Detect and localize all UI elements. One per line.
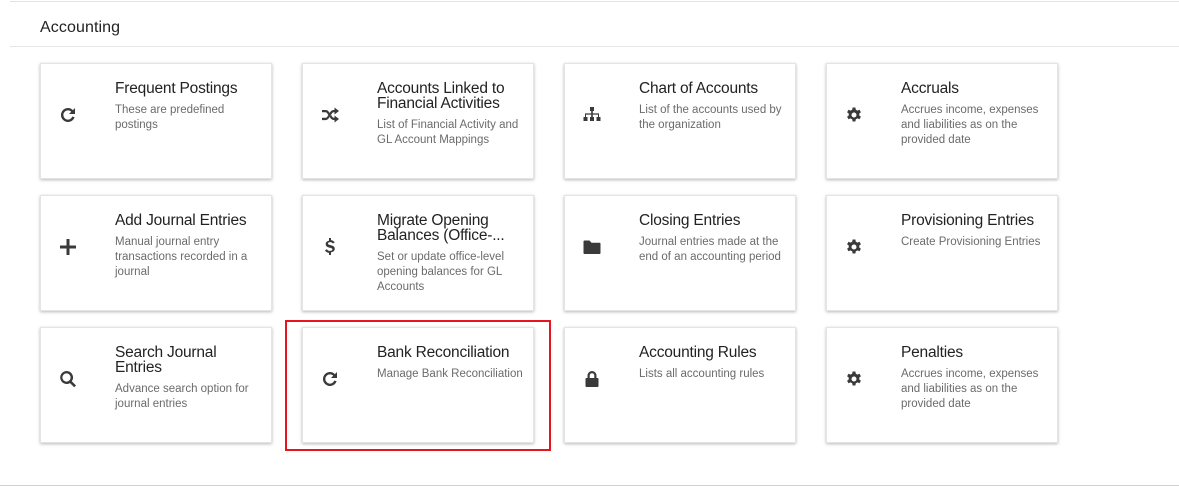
- card-accruals[interactable]: Accruals Accrues income, expenses and li…: [826, 63, 1058, 179]
- card-description: List of Financial Activity and GL Accoun…: [377, 119, 519, 146]
- section-title: Accounting: [40, 19, 121, 36]
- folder-icon: [581, 236, 603, 258]
- card-description: Accrues income, expenses and liabilities…: [901, 368, 1039, 410]
- card-description: Accrues income, expenses and liabilities…: [901, 104, 1039, 146]
- dollar-icon: [319, 236, 341, 258]
- card-migrate-opening-balances[interactable]: Migrate Opening Balances (Office-... Set…: [302, 195, 534, 311]
- gear-icon: [843, 368, 865, 390]
- card-title: Accruals: [901, 80, 959, 97]
- card-description: Journal entries made at the end of an ac…: [639, 236, 781, 263]
- card-title: Bank Reconciliation: [377, 344, 510, 361]
- card-title: Search Journal Entries: [115, 344, 217, 376]
- card-title: Migrate Opening Balances (Office-...: [377, 212, 505, 244]
- gear-icon: [843, 236, 865, 258]
- card-description: Advance search option for journal entrie…: [115, 383, 249, 410]
- bottom-divider: [0, 485, 1179, 486]
- card-title: Chart of Accounts: [639, 80, 758, 97]
- card-add-journal-entries[interactable]: Add Journal Entries Manual journal entry…: [40, 195, 272, 311]
- card-bank-reconciliation[interactable]: Bank Reconciliation Manage Bank Reconcil…: [302, 327, 534, 443]
- card-provisioning-entries[interactable]: Provisioning Entries Create Provisioning…: [826, 195, 1058, 311]
- card-title: Add Journal Entries: [115, 212, 247, 229]
- card-closing-entries[interactable]: Closing Entries Journal entries made at …: [564, 195, 796, 311]
- card-frequent-postings[interactable]: Frequent Postings These are predefined p…: [40, 63, 272, 179]
- card-title: Closing Entries: [639, 212, 741, 229]
- gear-icon: [843, 104, 865, 126]
- refresh-icon: [319, 368, 341, 390]
- top-divider: [10, 1, 1179, 2]
- card-title: Frequent Postings: [115, 80, 238, 97]
- card-description: Set or update office-level opening balan…: [377, 251, 505, 293]
- card-accounting-rules[interactable]: Accounting Rules Lists all accounting ru…: [564, 327, 796, 443]
- card-description: These are predefined postings: [115, 104, 225, 131]
- card-title: Penalties: [901, 344, 963, 361]
- card-title: Accounts Linked to Financial Activities: [377, 80, 505, 112]
- search-icon: [57, 368, 79, 390]
- card-accounts-linked-to-financial-activities[interactable]: Accounts Linked to Financial Activities …: [302, 63, 534, 179]
- card-title: Accounting Rules: [639, 344, 757, 361]
- plus-icon: [57, 236, 79, 258]
- shuffle-icon: [319, 104, 341, 126]
- card-search-journal-entries[interactable]: Search Journal Entries Advance search op…: [40, 327, 272, 443]
- card-chart-of-accounts[interactable]: Chart of Accounts List of the accounts u…: [564, 63, 796, 179]
- card-title: Provisioning Entries: [901, 212, 1034, 229]
- card-description: Manual journal entry transactions record…: [115, 236, 248, 278]
- refresh-icon: [57, 104, 79, 126]
- lock-icon: [581, 368, 603, 390]
- card-description: List of the accounts used by the organiz…: [639, 104, 782, 131]
- card-description: Manage Bank Reconciliation: [377, 368, 523, 380]
- section-divider: [10, 46, 1179, 47]
- card-penalties[interactable]: Penalties Accrues income, expenses and l…: [826, 327, 1058, 443]
- sitemap-icon: [581, 104, 603, 126]
- card-description: Lists all accounting rules: [639, 368, 765, 380]
- card-description: Create Provisioning Entries: [901, 236, 1041, 248]
